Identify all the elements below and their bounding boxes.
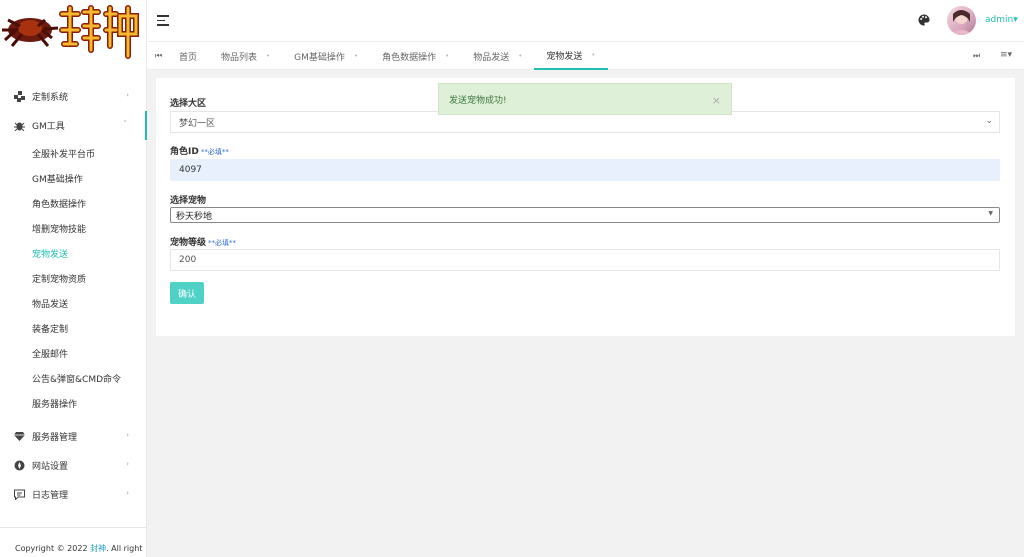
sub-item-equip-custom[interactable]: 装备定制 <box>0 316 147 341</box>
chevron-right-icon: › <box>126 91 129 99</box>
tab-label: GM基础操作 <box>294 52 345 63</box>
compass-icon <box>13 460 25 472</box>
side-menu: 定制系统 › GM工具 ˅ 全服补发平台币 GM基础操作 角色数据操作 增删宠物… <box>0 82 147 509</box>
chevron-down-icon: ˅ <box>123 120 128 128</box>
pet-select[interactable]: 秒天秒地 ▼ <box>170 207 1000 223</box>
menu-item-custom-system[interactable]: 定制系统 › <box>0 82 147 111</box>
sub-item-server-mail[interactable]: 全服邮件 <box>0 341 147 366</box>
tab-label: 角色数据操作 <box>382 52 437 63</box>
required-marker: **必填** <box>208 239 237 247</box>
pet-level-label-text: 宠物等级 <box>170 238 207 248</box>
role-id-input[interactable]: 4097 <box>170 159 1000 181</box>
toast-message: 发送宠物成功! <box>449 95 507 106</box>
caret-down-icon: ▼ <box>988 210 993 217</box>
role-id-label-text: 角色ID <box>170 147 199 157</box>
sub-item-pet-send[interactable]: 宠物发送 <box>0 241 147 266</box>
tab-label: 物品发送 <box>473 52 510 63</box>
pet-label: 选择宠物 <box>170 193 206 206</box>
palette-icon[interactable] <box>918 14 930 29</box>
puzzle-icon <box>13 91 25 103</box>
tab-list: 首页 物品列表 • GM基础操作 • 角色数据操作 • 物品发送 • 宠物发送 • <box>167 42 608 70</box>
required-marker: **必填** <box>200 148 229 156</box>
role-id-value: 4097 <box>179 165 202 175</box>
tab-item-send[interactable]: 物品发送 • <box>461 42 534 70</box>
close-icon[interactable]: • <box>518 52 522 60</box>
sub-item-server-ops[interactable]: 服务器操作 <box>0 391 147 416</box>
close-icon[interactable]: • <box>591 51 595 59</box>
pet-level-value: 200 <box>179 255 197 265</box>
sidebar: 定制系统 › GM工具 ˅ 全服补发平台币 GM基础操作 角色数据操作 增删宠物… <box>0 0 147 557</box>
logo[interactable] <box>0 0 147 66</box>
pet-send-form: 选择大区 梦幻一区 ⌄ 角色ID **必填** 4097 选择宠物 秒天秒地 ▼ … <box>156 78 1015 336</box>
message-icon <box>13 489 25 501</box>
bug-icon <box>13 120 25 132</box>
role-id-label: 角色ID **必填** <box>170 144 229 157</box>
menu-item-label: 服务器管理 <box>32 433 78 443</box>
pet-level-input[interactable]: 200 <box>170 249 1000 271</box>
chevron-right-icon: › <box>126 489 129 497</box>
tab-label: 物品列表 <box>221 52 258 63</box>
menu-item-gm-tools[interactable]: GM工具 ˅ <box>0 111 147 140</box>
user-name: admin <box>985 15 1014 25</box>
success-toast: 发送宠物成功! × <box>438 83 732 115</box>
user-menu[interactable]: admin▾ <box>985 15 1018 25</box>
copyright-text: Copyright © 2022 <box>15 544 91 553</box>
menu-item-log-manage[interactable]: 日志管理 › <box>0 480 147 509</box>
close-icon[interactable]: • <box>354 52 358 60</box>
tab-label: 首页 <box>179 52 198 63</box>
tab-gm-basic[interactable]: GM基础操作 • <box>282 42 370 70</box>
chevron-right-icon: › <box>126 431 129 439</box>
close-icon[interactable]: × <box>712 94 721 107</box>
tab-home[interactable]: 首页 <box>167 42 209 70</box>
tab-item-list[interactable]: 物品列表 • <box>209 42 282 70</box>
menu-item-label: 日志管理 <box>32 491 69 501</box>
pet-value: 秒天秒地 <box>176 211 213 222</box>
menu-item-label: GM工具 <box>32 122 65 132</box>
chevron-right-icon: › <box>126 460 129 468</box>
sub-item-platform-coins[interactable]: 全服补发平台币 <box>0 141 147 166</box>
confirm-button[interactable]: 确认 <box>170 282 204 304</box>
menu-item-site-settings[interactable]: 网站设置 › <box>0 451 147 480</box>
pet-label-text: 选择宠物 <box>170 196 207 206</box>
sub-item-pet-aptitude[interactable]: 定制宠物资质 <box>0 266 147 291</box>
chevron-down-icon: ⌄ <box>985 116 993 126</box>
diamond-icon <box>13 431 25 443</box>
pet-level-label: 宠物等级 **必填** <box>170 235 236 248</box>
close-icon[interactable]: • <box>266 52 270 60</box>
hamburger-icon[interactable] <box>157 15 169 26</box>
region-label-text: 选择大区 <box>170 99 207 109</box>
sub-item-notice-cmd[interactable]: 公告&弹窗&CMD命令 <box>0 366 147 391</box>
copyright-suffix: . All right <box>106 544 143 553</box>
sub-item-item-send[interactable]: 物品发送 <box>0 291 147 316</box>
menu-item-label: 定制系统 <box>32 93 69 103</box>
region-value: 梦幻一区 <box>179 118 216 129</box>
top-header: admin▾ <box>147 0 1024 42</box>
caret-down-icon: ▾ <box>1013 15 1018 25</box>
tab-next-icon[interactable]: ⏭ <box>973 51 980 61</box>
close-icon[interactable]: • <box>445 52 449 60</box>
menu-item-label: 网站设置 <box>32 462 69 472</box>
menu-item-server-manage[interactable]: 服务器管理 › <box>0 422 147 451</box>
sub-item-gm-basic[interactable]: GM基础操作 <box>0 166 147 191</box>
tab-menu-icon[interactable]: ≡▾ <box>1000 50 1012 60</box>
copyright: Copyright © 2022 封神. All right <box>0 527 147 557</box>
tab-role-data[interactable]: 角色数据操作 • <box>370 42 461 70</box>
tab-prev-icon[interactable]: ⏮ <box>155 51 162 61</box>
sub-item-role-data[interactable]: 角色数据操作 <box>0 191 147 216</box>
tab-pet-send[interactable]: 宠物发送 • <box>534 42 608 70</box>
region-label: 选择大区 <box>170 96 206 109</box>
tab-label: 宠物发送 <box>546 51 583 62</box>
gm-tools-submenu: 全服补发平台币 GM基础操作 角色数据操作 增删宠物技能 宠物发送 定制宠物资质… <box>0 140 147 422</box>
avatar[interactable] <box>947 6 976 35</box>
tab-bar: ⏮ 首页 物品列表 • GM基础操作 • 角色数据操作 • 物品发送 • 宠物发送 • ⏭… <box>147 42 1024 70</box>
sub-item-pet-skills[interactable]: 增删宠物技能 <box>0 216 147 241</box>
copyright-brand-link[interactable]: 封神 <box>90 544 106 553</box>
